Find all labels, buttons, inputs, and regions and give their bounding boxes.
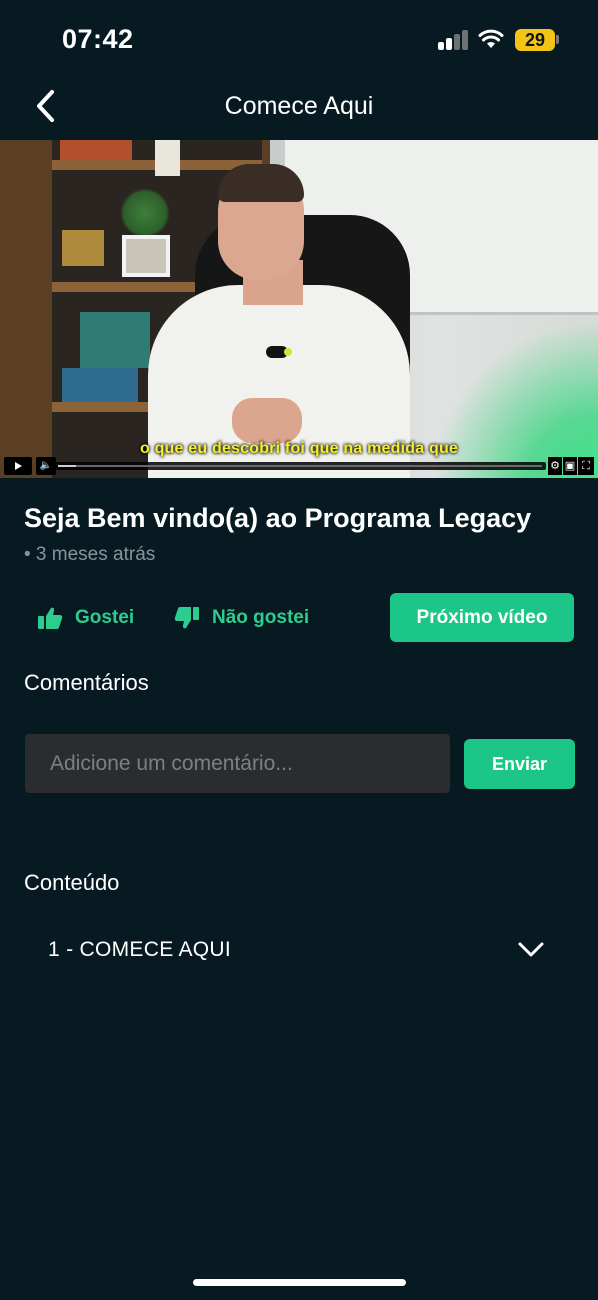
video-date: • 3 meses atrás	[24, 544, 156, 565]
dislike-button[interactable]: Não gostei	[174, 600, 309, 636]
video-books	[155, 140, 180, 176]
video-person-hands	[232, 398, 302, 443]
like-label: Gostei	[75, 607, 135, 628]
video-lapel-mic-dot	[284, 348, 292, 356]
thumbs-up-icon	[38, 607, 63, 629]
thumbs-down-icon	[174, 607, 199, 629]
video-progress-bar[interactable]	[56, 462, 546, 470]
content-heading: Conteúdo	[24, 870, 120, 895]
fullscreen-icon[interactable]: ⛶	[578, 457, 594, 475]
signal-icon	[438, 30, 468, 50]
next-video-button[interactable]: Próximo vídeo	[390, 593, 574, 642]
battery-tip	[556, 35, 559, 44]
battery-icon: 29	[515, 29, 555, 51]
status-bar: 07:42 29	[0, 0, 598, 80]
video-progress-remaining	[76, 465, 542, 467]
video-controls: 🔈 ⚙ ▣ ⛶	[0, 456, 598, 478]
send-comment-button[interactable]: Enviar	[464, 739, 575, 789]
like-button[interactable]: Gostei	[37, 600, 134, 636]
video-books	[80, 312, 150, 368]
home-indicator	[193, 1279, 406, 1286]
page-title: Comece Aqui	[224, 92, 374, 120]
video-ornament	[62, 230, 104, 266]
status-time: 07:42	[62, 24, 134, 54]
video-player[interactable]: o que eu descobri foi que na medida que …	[0, 140, 598, 478]
video-person-hair	[218, 164, 304, 202]
volume-icon[interactable]: 🔈	[36, 457, 56, 475]
video-plant	[120, 188, 170, 238]
nav-bar: Comece Aqui	[0, 80, 598, 136]
play-icon[interactable]	[4, 457, 32, 475]
module-item[interactable]: 1 - COMECE AQUI	[24, 925, 574, 979]
video-picture-frame	[122, 235, 170, 277]
comments-heading: Comentários	[24, 670, 149, 695]
video-progress-fill	[58, 465, 78, 467]
chevron-down-icon	[518, 942, 544, 957]
video-books	[60, 140, 132, 160]
dislike-label: Não gostei	[212, 607, 310, 628]
wifi-icon	[478, 29, 504, 48]
comment-input[interactable]	[25, 734, 450, 793]
video-title: Seja Bem vindo(a) ao Programa Legacy	[24, 503, 532, 533]
settings-icon[interactable]: ⚙	[548, 457, 562, 475]
pip-icon[interactable]: ▣	[563, 457, 577, 475]
module-label: 1 - COMECE AQUI	[48, 938, 232, 961]
video-books	[62, 368, 138, 402]
